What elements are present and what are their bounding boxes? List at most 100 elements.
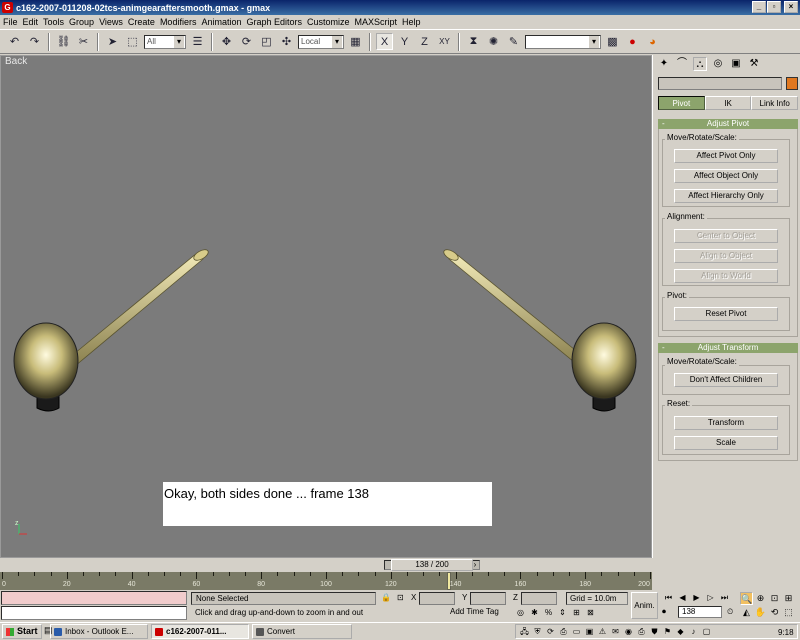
tray-icon-monitor[interactable]: ▣ bbox=[584, 626, 595, 637]
region-select-icon[interactable]: ⬚ bbox=[124, 33, 141, 50]
axis-xy-icon[interactable]: XY bbox=[436, 33, 453, 50]
menu-help[interactable]: Help bbox=[401, 17, 425, 27]
tray-icon-printer[interactable]: ⎙ bbox=[558, 626, 569, 637]
taskbar-item-convert[interactable]: Convert bbox=[252, 624, 352, 639]
select-and-scale-icon[interactable]: ◰ bbox=[258, 33, 275, 50]
axis-z-icon[interactable]: Z bbox=[416, 33, 433, 50]
unlink-icon[interactable]: ✂ bbox=[75, 33, 92, 50]
tray-icon-volume[interactable]: ♪ bbox=[688, 626, 699, 637]
maxscript-listener-top[interactable] bbox=[1, 591, 187, 605]
x-coord-field[interactable] bbox=[419, 592, 455, 605]
tray-icon-alert[interactable]: ⚠ bbox=[597, 626, 608, 637]
adjust-pivot-rollout-header[interactable]: - Adjust Pivot bbox=[658, 119, 798, 129]
reference-coord-dropdown[interactable]: Local bbox=[298, 34, 344, 49]
material-editor-icon[interactable]: ▩ bbox=[604, 33, 621, 50]
menu-graph-editors[interactable]: Graph Editors bbox=[245, 17, 306, 27]
adjust-transform-rollout-header[interactable]: - Adjust Transform bbox=[658, 343, 798, 353]
affect-pivot-only-button[interactable]: Affect Pivot Only bbox=[674, 149, 778, 163]
center-to-object-button[interactable]: Center to Object bbox=[674, 229, 778, 243]
z-coord-field[interactable] bbox=[521, 592, 557, 605]
back-viewport[interactable]: Back Okay, both sides done ... frame 138… bbox=[0, 55, 652, 558]
close-button[interactable]: × bbox=[784, 1, 798, 13]
affect-object-only-button[interactable]: Affect Object Only bbox=[674, 169, 778, 183]
add-time-tag-button[interactable]: Add Time Tag bbox=[450, 607, 499, 616]
previous-frame-icon[interactable]: ◀ bbox=[676, 592, 689, 603]
reset-pivot-button[interactable]: Reset Pivot bbox=[674, 307, 778, 321]
current-frame-field[interactable]: 138 bbox=[678, 606, 722, 618]
menu-group[interactable]: Group bbox=[68, 17, 98, 27]
animate-button[interactable]: Anim. bbox=[631, 592, 658, 619]
affect-hierarchy-only-button[interactable]: Affect Hierarchy Only bbox=[674, 189, 778, 203]
pivot-tab[interactable]: Pivot bbox=[658, 96, 705, 110]
maximize-button[interactable]: ▫ bbox=[767, 1, 781, 13]
align-to-object-button[interactable]: Align to Object bbox=[674, 249, 778, 263]
align-icon[interactable]: ✺ bbox=[485, 33, 502, 50]
reset-transform-button[interactable]: Transform bbox=[674, 416, 778, 430]
snap-icon[interactable]: ◎ bbox=[515, 607, 526, 618]
tray-icon-folder[interactable]: ▭ bbox=[571, 626, 582, 637]
axis-y-icon[interactable]: Y bbox=[396, 33, 413, 50]
object-color-swatch[interactable] bbox=[786, 77, 798, 90]
track-bar[interactable]: 0 20 40 60 80 100 120 140 160 180 200 bbox=[0, 572, 652, 590]
tray-icon-flag[interactable]: ⚑ bbox=[662, 626, 673, 637]
tray-icon-printer2[interactable]: ⎙ bbox=[636, 626, 647, 637]
play-icon[interactable]: ▶ bbox=[690, 592, 703, 603]
angle-snap-icon[interactable]: ✱ bbox=[529, 607, 540, 618]
tray-icon-antivirus[interactable]: ⛊ bbox=[649, 626, 660, 637]
time-config-icon[interactable]: ⏲ bbox=[727, 607, 733, 617]
redo-icon[interactable]: ↷ bbox=[26, 33, 43, 50]
align-to-world-button[interactable]: Align to World bbox=[674, 269, 778, 283]
y-coord-field[interactable] bbox=[470, 592, 506, 605]
menu-edit[interactable]: Edit bbox=[22, 17, 43, 27]
named-selection-icon[interactable]: ✎ bbox=[505, 33, 522, 50]
mirror-icon[interactable]: ⧗ bbox=[465, 33, 482, 50]
menu-tools[interactable]: Tools bbox=[42, 17, 68, 27]
zoom-all-icon[interactable]: ⊕ bbox=[754, 592, 767, 605]
motion-icon[interactable]: ◎ bbox=[711, 57, 725, 71]
object-name-field[interactable] bbox=[658, 77, 782, 90]
left-landing-gear[interactable] bbox=[13, 248, 210, 412]
link-info-tab[interactable]: Link Info bbox=[751, 96, 799, 110]
menu-modifiers[interactable]: Modifiers bbox=[159, 17, 201, 27]
quick-render-icon[interactable]: ◕ bbox=[644, 33, 661, 50]
tray-icon-network[interactable]: 🖧 bbox=[519, 626, 530, 637]
menu-customize[interactable]: Customize bbox=[306, 17, 354, 27]
go-to-start-icon[interactable]: ⏮ bbox=[662, 592, 675, 603]
right-landing-gear[interactable] bbox=[442, 248, 637, 412]
dont-affect-children-button[interactable]: Don't Affect Children bbox=[674, 373, 778, 387]
hierarchy-icon[interactable]: ⛬ bbox=[693, 57, 707, 71]
menu-create[interactable]: Create bbox=[127, 17, 159, 27]
arc-rotate-icon[interactable]: ⟲ bbox=[768, 606, 781, 619]
field-of-view-icon[interactable]: ◭ bbox=[740, 606, 753, 619]
select-and-move-icon[interactable]: ✥ bbox=[218, 33, 235, 50]
minimize-button[interactable]: _ bbox=[752, 1, 766, 13]
tray-icon-sync[interactable]: ⟳ bbox=[545, 626, 556, 637]
absolute-mode-icon[interactable]: ⊡ bbox=[397, 593, 404, 602]
pan-icon[interactable]: ✋ bbox=[754, 606, 767, 619]
ik-tab[interactable]: IK bbox=[704, 96, 752, 110]
tray-icon-chat[interactable]: ✉ bbox=[610, 626, 621, 637]
tray-icon-security[interactable]: ◆ bbox=[675, 626, 686, 637]
zoom-extents-all-icon[interactable]: ⊞ bbox=[782, 592, 795, 605]
maximize-viewport-icon[interactable]: ⬚ bbox=[782, 606, 795, 619]
selection-filter-dropdown[interactable]: All bbox=[144, 34, 186, 49]
spinner-snap-icon[interactable]: ⇕ bbox=[557, 607, 568, 618]
time-slider-next-icon[interactable]: › bbox=[470, 559, 480, 571]
menu-animation[interactable]: Animation bbox=[200, 17, 245, 27]
menu-maxscript[interactable]: MAXScript bbox=[354, 17, 402, 27]
select-object-icon[interactable]: ➤ bbox=[104, 33, 121, 50]
select-and-rotate-icon[interactable]: ⟳ bbox=[238, 33, 255, 50]
go-to-end-icon[interactable]: ⏭ bbox=[718, 592, 731, 603]
modify-icon[interactable]: ⌒ bbox=[675, 57, 689, 71]
create-icon[interactable]: ✦ bbox=[657, 57, 671, 71]
pivot-center-icon[interactable]: ✣ bbox=[278, 33, 295, 50]
render-icon[interactable]: ● bbox=[624, 33, 641, 50]
selection-lock-icon[interactable]: ⊞ bbox=[571, 607, 582, 618]
taskbar-item-gmax[interactable]: c162-2007-011... bbox=[151, 624, 249, 639]
tray-icon-shield[interactable]: ⛨ bbox=[532, 626, 543, 637]
pivot-point-icon[interactable]: ▦ bbox=[347, 33, 364, 50]
zoom-icon[interactable]: 🔍 bbox=[740, 592, 753, 605]
reset-scale-button[interactable]: Scale bbox=[674, 436, 778, 450]
axis-x-icon[interactable]: X bbox=[376, 33, 393, 50]
taskbar-item-outlook[interactable]: Inbox - Outlook E... bbox=[50, 624, 148, 639]
